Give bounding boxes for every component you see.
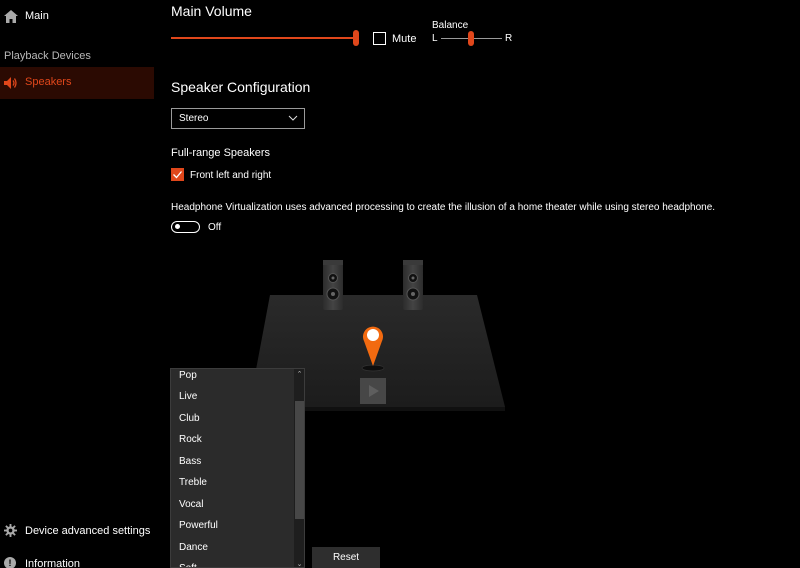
full-range-speakers-heading: Full-range Speakers xyxy=(171,147,271,159)
sidebar-item-information-label: Information xyxy=(25,558,81,568)
eq-preset-list[interactable]: Pop Live Club Rock Bass Treble Vocal Pow… xyxy=(170,368,305,568)
right-speaker[interactable] xyxy=(403,260,423,310)
preset-item[interactable]: Bass xyxy=(179,456,201,467)
sidebar-item-device-advanced-settings[interactable]: Device advanced settings xyxy=(0,521,154,541)
play-test-button[interactable] xyxy=(360,378,386,404)
main-volume-heading: Main Volume xyxy=(171,3,252,19)
scroll-up-icon[interactable]: ⌃ xyxy=(294,369,304,380)
balance-label: Balance xyxy=(432,20,469,31)
preset-item[interactable]: Dance xyxy=(179,542,208,553)
preset-item[interactable]: Powerful xyxy=(179,520,218,531)
balance-left-label: L xyxy=(432,33,438,44)
toggle-knob xyxy=(175,224,180,229)
sidebar-item-device-advanced-settings-label: Device advanced settings xyxy=(25,525,151,537)
preset-item[interactable]: Club xyxy=(179,413,200,424)
speaker-configuration-value: Stereo xyxy=(179,113,209,124)
front-left-right-checkbox[interactable] xyxy=(171,168,184,181)
home-icon xyxy=(4,10,18,23)
mute-checkbox[interactable] xyxy=(373,32,386,45)
sidebar: Main Playback Devices Speakers Device ad… xyxy=(0,0,154,568)
preset-item[interactable]: Rock xyxy=(179,434,202,445)
sidebar-item-speakers-label: Speakers xyxy=(25,76,72,88)
scroll-down-icon[interactable]: ⌄ xyxy=(294,561,304,567)
speaker-icon xyxy=(4,77,17,89)
reset-button[interactable]: Reset xyxy=(312,547,380,568)
front-left-right-label: Front left and right xyxy=(190,170,272,181)
volume-slider-track[interactable] xyxy=(171,37,357,39)
playback-devices-heading: Playback Devices xyxy=(4,50,91,62)
headphone-virtualization-description: Headphone Virtualization uses advanced p… xyxy=(171,202,716,213)
left-speaker[interactable] xyxy=(323,260,343,310)
checkmark-icon xyxy=(173,171,182,179)
info-icon: ! xyxy=(4,557,16,568)
volume-slider-thumb[interactable] xyxy=(353,30,359,46)
balance-right-label: R xyxy=(505,33,513,44)
speaker-configuration-heading: Speaker Configuration xyxy=(171,79,311,95)
scrollbar-thumb[interactable] xyxy=(295,401,304,519)
sidebar-item-information[interactable]: ! Information xyxy=(0,553,154,568)
preset-list-scrollbar[interactable]: ⌃ ⌄ xyxy=(294,369,304,567)
headphone-virtualization-state: Off xyxy=(208,222,222,233)
balance-slider-thumb[interactable] xyxy=(468,31,474,46)
mute-label: Mute xyxy=(392,33,417,45)
preset-item[interactable]: Treble xyxy=(179,477,207,488)
preset-item[interactable]: Vocal xyxy=(179,499,203,510)
headphone-virtualization-toggle[interactable] xyxy=(171,221,200,233)
gear-icon xyxy=(4,524,17,537)
preset-item[interactable]: Live xyxy=(179,391,197,402)
preset-item[interactable]: Soft xyxy=(179,563,197,567)
speaker-configuration-select[interactable]: Stereo xyxy=(171,108,305,129)
sidebar-item-main-label: Main xyxy=(25,10,49,22)
preset-item[interactable]: Pop xyxy=(179,370,197,381)
sidebar-item-speakers[interactable]: Speakers xyxy=(0,67,154,99)
chevron-down-icon xyxy=(288,115,298,121)
sidebar-item-main[interactable]: Main xyxy=(0,6,154,28)
